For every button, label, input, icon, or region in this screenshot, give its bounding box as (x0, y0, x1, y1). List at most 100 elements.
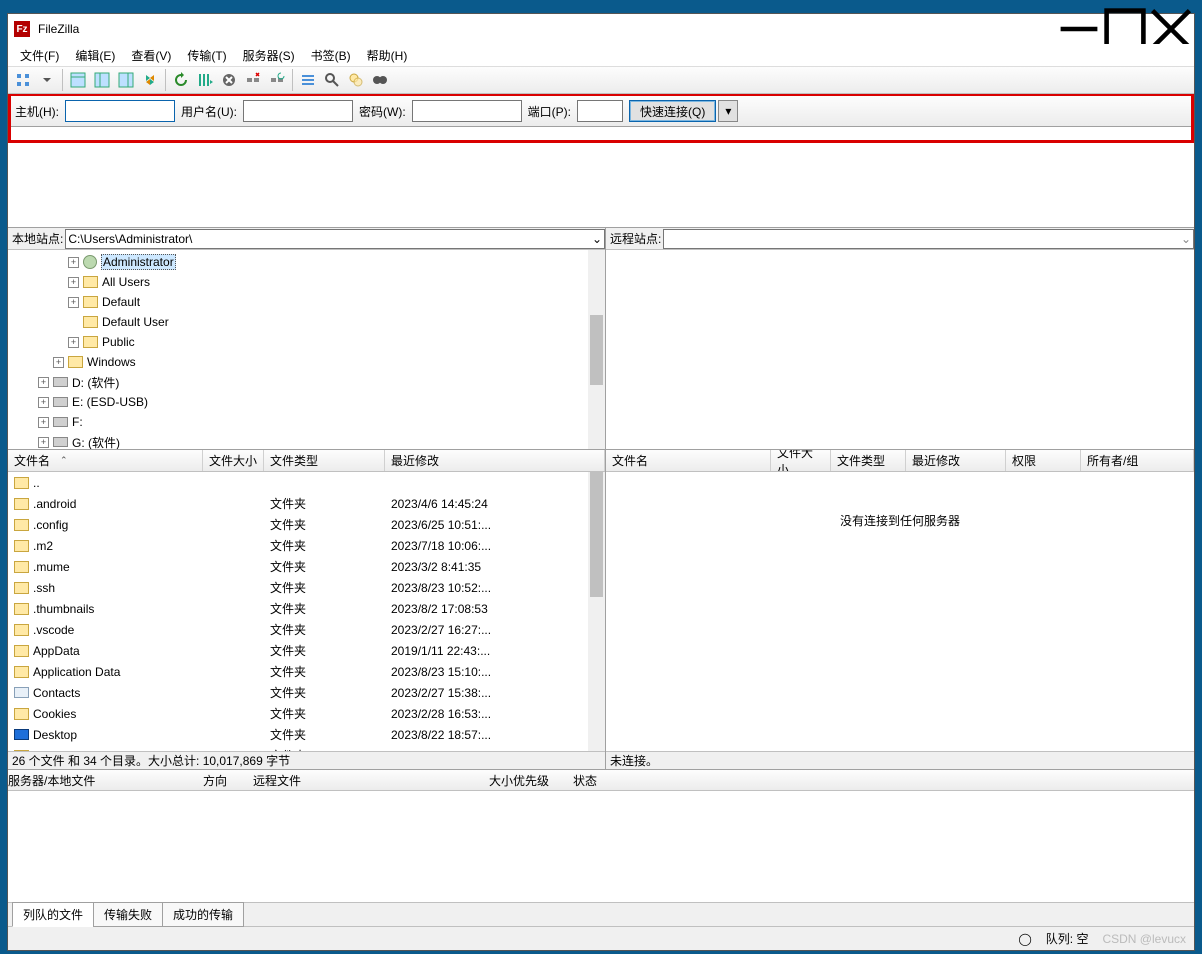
toolbar (8, 66, 1194, 94)
remote-file-list[interactable]: 没有连接到任何服务器 (606, 472, 1194, 751)
queue-header: 服务器/本地文件 方向 远程文件 大小 优先级 状态 (8, 769, 1194, 791)
menu-edit[interactable]: 编辑(E) (69, 45, 121, 66)
user-label: 用户名(U): (181, 103, 237, 120)
remote-tree-pane: 远程站点: ⌄ (606, 228, 1194, 449)
menu-server[interactable]: 服务器(S) (237, 45, 301, 66)
tree-row[interactable]: +F: (8, 412, 605, 432)
quickconnect-button[interactable]: 快速连接(Q) (629, 100, 716, 122)
col-qsize[interactable]: 大小 (468, 772, 513, 789)
port-input[interactable] (577, 100, 623, 122)
col-remotefile[interactable]: 远程文件 (253, 772, 468, 789)
app-window: Fz FileZilla 文件(F) 编辑(E) 查看(V) 传输(T) 服务器… (7, 13, 1195, 951)
file-row[interactable]: .thumbnails文件夹2023/8/2 17:08:53 (8, 598, 605, 619)
col-dir[interactable]: 方向 (203, 772, 253, 789)
minimize-button[interactable] (1056, 14, 1102, 44)
disconnect-icon[interactable] (242, 69, 264, 91)
col-name[interactable]: 文件名 (606, 450, 771, 471)
remote-site-row: 远程站点: ⌄ (606, 228, 1194, 250)
toggle-log-icon[interactable] (67, 69, 89, 91)
file-row[interactable]: Contacts文件夹2023/2/27 15:38:... (8, 682, 605, 703)
pass-input[interactable] (412, 100, 522, 122)
sitemanager-icon[interactable] (12, 69, 34, 91)
menubar: 文件(F) 编辑(E) 查看(V) 传输(T) 服务器(S) 书签(B) 帮助(… (8, 44, 1194, 66)
host-input[interactable] (65, 100, 175, 122)
dropdown-icon[interactable] (36, 69, 58, 91)
col-server[interactable]: 服务器/本地文件 (8, 772, 203, 789)
file-row[interactable]: Documents文件夹2023/8/23 8:57:11 (8, 745, 605, 751)
user-input[interactable] (243, 100, 353, 122)
quickconnect-highlight: 主机(H): 用户名(U): 密码(W): 端口(P): 快速连接(Q) ▾ (8, 94, 1194, 143)
tree-row[interactable]: +Windows (8, 352, 605, 372)
cancel-icon[interactable] (218, 69, 240, 91)
tree-row[interactable]: +G: (软件) (8, 432, 605, 449)
file-row[interactable]: .android文件夹2023/4/6 14:45:24 (8, 493, 605, 514)
tree-row[interactable]: +All Users (8, 272, 605, 292)
remote-path-combo[interactable]: ⌄ (663, 229, 1194, 249)
menu-transfer[interactable]: 传输(T) (181, 45, 232, 66)
tree-row[interactable]: +Public (8, 332, 605, 352)
col-date[interactable]: 最近修改 (385, 450, 605, 471)
col-size[interactable]: 文件大小 (203, 450, 264, 471)
tab-queued[interactable]: 列队的文件 (12, 902, 94, 927)
local-tree[interactable]: +Administrator+All Users+DefaultDefault … (8, 250, 605, 449)
toggle-local-tree-icon[interactable] (91, 69, 113, 91)
tab-failed[interactable]: 传输失败 (93, 902, 163, 927)
local-status: 26 个文件 和 34 个目录。大小总计: 10,017,869 字节 (8, 751, 605, 769)
col-perm[interactable]: 权限 (1006, 450, 1081, 471)
remote-empty-msg: 没有连接到任何服务器 (606, 472, 1194, 529)
col-size[interactable]: 文件大小 (771, 450, 831, 471)
file-row[interactable]: AppData文件夹2019/1/11 22:43:... (8, 640, 605, 661)
menu-file[interactable]: 文件(F) (14, 45, 65, 66)
tree-row[interactable]: +E: (ESD-USB) (8, 392, 605, 412)
col-type[interactable]: 文件类型 (831, 450, 906, 471)
window-title: FileZilla (38, 22, 1056, 36)
col-owner[interactable]: 所有者/组 (1081, 450, 1194, 471)
file-row[interactable]: .m2文件夹2023/7/18 10:06:... (8, 535, 605, 556)
quickconnect-dropdown[interactable]: ▾ (718, 100, 738, 122)
refresh-icon[interactable] (170, 69, 192, 91)
local-file-list[interactable]: ...android文件夹2023/4/6 14:45:24.config文件夹… (8, 472, 605, 751)
message-log[interactable] (8, 143, 1194, 228)
filter-icon[interactable] (297, 69, 319, 91)
toggle-remote-tree-icon[interactable] (115, 69, 137, 91)
col-type[interactable]: 文件类型 (264, 450, 385, 471)
menu-view[interactable]: 查看(V) (125, 45, 177, 66)
tree-row[interactable]: +D: (软件) (8, 372, 605, 392)
maximize-button[interactable] (1102, 14, 1148, 44)
file-row[interactable]: .ssh文件夹2023/8/23 10:52:... (8, 577, 605, 598)
toggle-queue-icon[interactable] (139, 69, 161, 91)
chevron-down-icon[interactable]: ⌄ (1181, 232, 1191, 246)
menu-bookmarks[interactable]: 书签(B) (305, 45, 357, 66)
remote-tree[interactable] (606, 250, 1194, 449)
file-row[interactable]: .mume文件夹2023/3/2 8:41:35 (8, 556, 605, 577)
compare-icon[interactable] (345, 69, 367, 91)
menu-help[interactable]: 帮助(H) (361, 45, 414, 66)
sync-browse-icon[interactable] (369, 69, 391, 91)
file-row[interactable]: Cookies文件夹2023/2/28 16:53:... (8, 703, 605, 724)
tab-success[interactable]: 成功的传输 (162, 902, 244, 927)
reconnect-icon[interactable] (266, 69, 288, 91)
search-icon[interactable] (321, 69, 343, 91)
chevron-down-icon[interactable]: ⌄ (592, 232, 602, 246)
file-row[interactable]: .. (8, 472, 605, 493)
file-row[interactable]: .config文件夹2023/6/25 10:51:... (8, 514, 605, 535)
close-button[interactable] (1148, 14, 1194, 44)
col-date[interactable]: 最近修改 (906, 450, 1006, 471)
local-file-pane: 文件名⌃ 文件大小 文件类型 最近修改 ...android文件夹2023/4/… (8, 450, 606, 769)
file-row[interactable]: Application Data文件夹2023/8/23 15:10:... (8, 661, 605, 682)
local-site-row: 本地站点: C:\Users\Administrator\ ⌄ (8, 228, 605, 250)
col-prio[interactable]: 优先级 (513, 772, 573, 789)
process-queue-icon[interactable] (194, 69, 216, 91)
file-row[interactable]: .vscode文件夹2023/2/27 16:27:... (8, 619, 605, 640)
tree-row[interactable]: +Default (8, 292, 605, 312)
tree-row[interactable]: Default User (8, 312, 605, 332)
scrollbar[interactable] (588, 250, 605, 449)
tree-row[interactable]: +Administrator (8, 252, 605, 272)
file-row[interactable]: Desktop文件夹2023/8/22 18:57:... (8, 724, 605, 745)
col-qstatus[interactable]: 状态 (573, 772, 1194, 789)
local-site-label: 本地站点: (12, 230, 63, 247)
local-path-combo[interactable]: C:\Users\Administrator\ ⌄ (65, 229, 605, 249)
queue-list[interactable] (8, 791, 1194, 902)
col-name[interactable]: 文件名⌃ (8, 450, 203, 471)
scrollbar[interactable] (588, 472, 605, 751)
